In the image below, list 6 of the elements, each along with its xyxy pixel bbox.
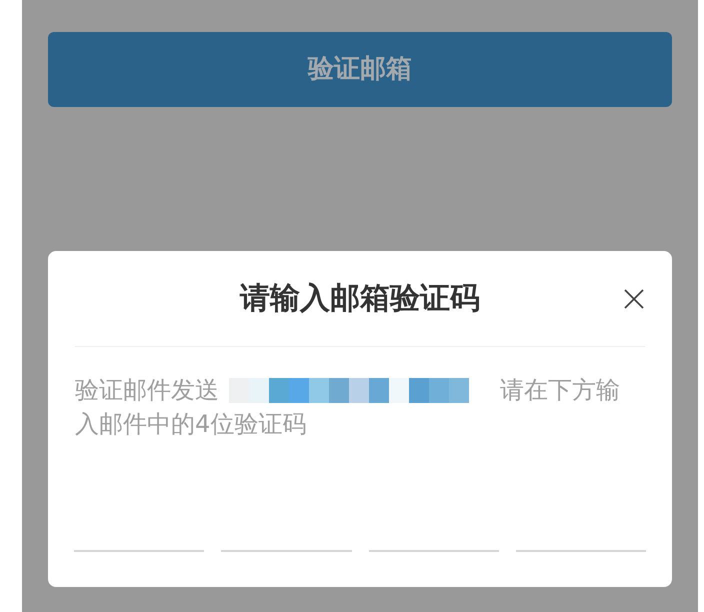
message-text: 入邮件中的4位验证码 <box>75 409 306 440</box>
verify-email-button[interactable]: 验证邮箱 <box>48 32 672 107</box>
message-text: 请在下方输 <box>500 375 620 406</box>
message-text: 验证邮件发送 <box>75 375 219 406</box>
dialog-title: 请输入邮箱验证码 <box>240 280 480 318</box>
close-icon[interactable] <box>624 288 644 308</box>
